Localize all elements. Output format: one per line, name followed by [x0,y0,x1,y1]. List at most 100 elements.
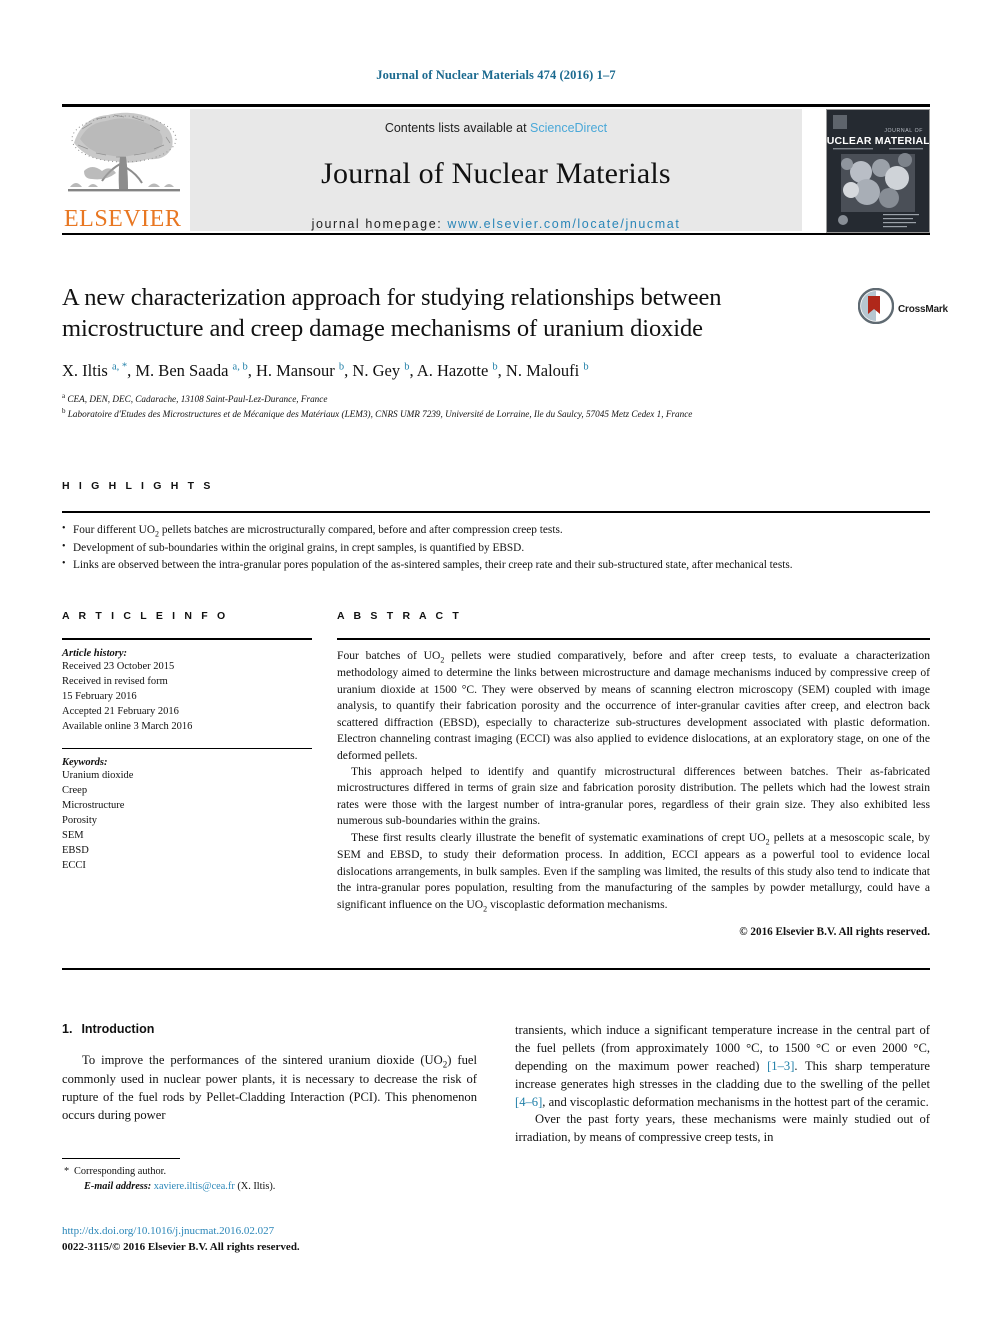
info-abstract-section: A R T I C L E I N F O Article history: R… [62,610,930,938]
article-history-title: Article history: [62,647,128,659]
keyword-item: Uranium dioxide [62,769,134,781]
intro-paragraph-left: To improve the performances of the sinte… [62,1053,478,1123]
affiliation-item: a CEA, DEN, DEC, Cadarache, 13108 Saint-… [62,391,852,406]
citation-ref-1[interactable]: [1–3] [767,1059,794,1073]
keyword-item: ECCI [62,859,86,871]
author-affil-mark: b [404,361,410,373]
section-number: 1. [62,1022,73,1036]
affiliation-text: CEA, DEN, DEC, Cadarache, 13108 Saint-Pa… [67,393,328,404]
author-affil-mark: a, * [111,361,128,373]
corresponding-author-star: * [64,1166,70,1178]
keyword-item: SEM [62,829,84,841]
author-affil-mark: b [492,361,498,373]
abstract-heading: A B S T R A C T [337,610,462,622]
list-item: Links are observed between the intra-gra… [62,556,930,574]
highlight-text-1: Development of sub-boundaries within the… [73,541,525,554]
author-list: X. Iltis a, *, M. Ben Saada a, b, H. Man… [62,361,589,381]
highlights-list: Four different UO2 pellets batches are m… [62,513,930,574]
history-line: Available online 3 March 2016 [62,720,193,732]
body-columns: 1. Introduction To improve the performanc… [62,1022,930,1147]
affiliation-text: Laboratoire d'Etudes des Microstructures… [67,409,693,420]
section-label: Introduction [81,1022,155,1036]
crossmark-icon[interactable] [857,287,895,325]
issn-copyright-line: 0022-3115/© 2016 Elsevier B.V. All right… [62,1240,300,1253]
sciencedirect-banner: Contents lists available at ScienceDirec… [190,108,802,231]
corresponding-author-label: Corresponding author. [74,1166,167,1178]
author-entry: N. Gey b [352,361,409,380]
author-entry: N. Maloufi b [506,361,589,380]
journal-title: Journal of Nuclear Materials [321,156,671,190]
doi-link[interactable]: http://dx.doi.org/10.1016/j.jnucmat.2016… [62,1224,522,1240]
author-affil-mark: b [338,361,345,373]
abstract-copyright: © 2016 Elsevier B.V. All rights reserved… [739,925,930,938]
email-line: E-mail address: xaviere.iltis@cea.fr (X.… [62,1180,477,1195]
keyword-item: EBSD [62,844,89,856]
history-line: Received in revised form [62,675,168,687]
page-title: A new characterization approach for stud… [62,284,722,343]
highlight-text-0: Four different UO2 pellets batches are m… [73,523,563,538]
author-name: N. Gey [352,361,401,381]
author-entry: A. Hazotte b [417,361,498,380]
sciencedirect-link[interactable]: ScienceDirect [530,121,607,135]
paper-page: Journal of Nuclear Materials 474 (2016) … [0,0,992,1323]
author-name: A. Hazotte [416,361,489,381]
svg-text:JOURNAL OF: JOURNAL OF [884,128,923,134]
author-entry: M. Ben Saada a, b [135,361,247,380]
article-info-rule [62,638,312,640]
masthead-bottom-rule [62,232,930,235]
body-column-left: 1. Introduction To improve the performanc… [62,1022,477,1147]
footnote-rule [62,1158,180,1160]
abstract-rule [337,638,930,640]
crossmark-label: CrossMark [898,304,948,315]
elsevier-tree-icon [68,112,180,191]
author-affil-mark: a, b [232,361,248,373]
history-line: Received 23 October 2015 [62,660,175,672]
history-line: Accepted 21 February 2016 [62,705,179,717]
journal-cover-image: JOURNAL OF NUCLEAR MATERIALS [827,109,929,232]
abstract-paragraph-2: These first results clearly illustrate t… [337,830,930,914]
elsevier-logo: ELSEVIER [62,109,186,231]
title-block: A new characterization approach for stud… [62,282,852,421]
email-label: E-mail address: [84,1181,152,1193]
contents-prefix: Contents lists available at [384,120,531,135]
keyword-item: Porosity [62,814,98,826]
affiliation-mark: a [62,391,66,400]
keyword-item: Microstructure [62,799,125,811]
author-affil-mark: b [583,361,589,373]
affiliation-mark: b [62,407,66,416]
journal-homepage-link[interactable]: www.elsevier.com/locate/jnucmat [447,217,680,231]
homepage-prefix: journal homepage: [311,216,448,231]
contents-available-line: Contents lists available at ScienceDirec… [190,109,802,135]
intro-right-text-c: , and viscoplastic deformation mechanism… [542,1094,929,1109]
keywords-rule [62,747,312,749]
elsevier-wordmark: ELSEVIER [64,205,182,232]
author-name: M. Ben Saada [135,361,229,381]
citation-ref-2[interactable]: [4–6] [515,1095,542,1109]
article-info-column: A R T I C L E I N F O Article history: R… [62,610,312,938]
publication-info: http://dx.doi.org/10.1016/j.jnucmat.2016… [62,1224,522,1256]
abstract-column: A B S T R A C T Four batches of UO2 pell… [337,610,930,938]
journal-cover-thumbnail: JOURNAL OF NUCLEAR MATERIALS [826,108,930,233]
affiliation-list: a CEA, DEN, DEC, Cadarache, 13108 Saint-… [62,391,852,422]
intro-paragraph-right-1: transients, which induce a significant t… [515,1022,930,1111]
affiliation-item: b Laboratoire d'Etudes des Microstructur… [62,406,852,421]
section-title-introduction: 1. Introduction [62,1022,477,1036]
svg-text:NUCLEAR MATERIALS: NUCLEAR MATERIALS [827,135,929,147]
journal-homepage-line: journal homepage: www.elsevier.com/locat… [190,217,802,231]
corresponding-author-line: * Corresponding author. [62,1165,477,1180]
author-name: H. Mansour [255,361,335,381]
abstract-paragraph-1: This approach helped to identify and qua… [337,764,930,828]
history-line: 15 February 2016 [62,690,137,702]
highlights-heading: H I G H L I G H T S [62,480,214,492]
email-link[interactable]: xaviere.iltis@cea.fr [154,1181,235,1192]
author-name: N. Maloufi [505,361,580,381]
journal-masthead: ELSEVIER Contents lists available at Sci… [62,104,930,235]
author-entry: X. Iltis a, * [62,361,127,380]
author-name: X. Iltis [62,361,108,381]
article-info-heading: A R T I C L E I N F O [62,610,229,622]
author-entry: H. Mansour b [256,361,344,380]
highlight-text-2: Links are observed between the intra-gra… [73,558,793,571]
abstract-paragraph-0: Four batches of UO2 pellets were studied… [337,648,930,762]
keyword-item: Creep [62,784,88,796]
crossmark-badge[interactable]: CrossMark [857,287,948,338]
